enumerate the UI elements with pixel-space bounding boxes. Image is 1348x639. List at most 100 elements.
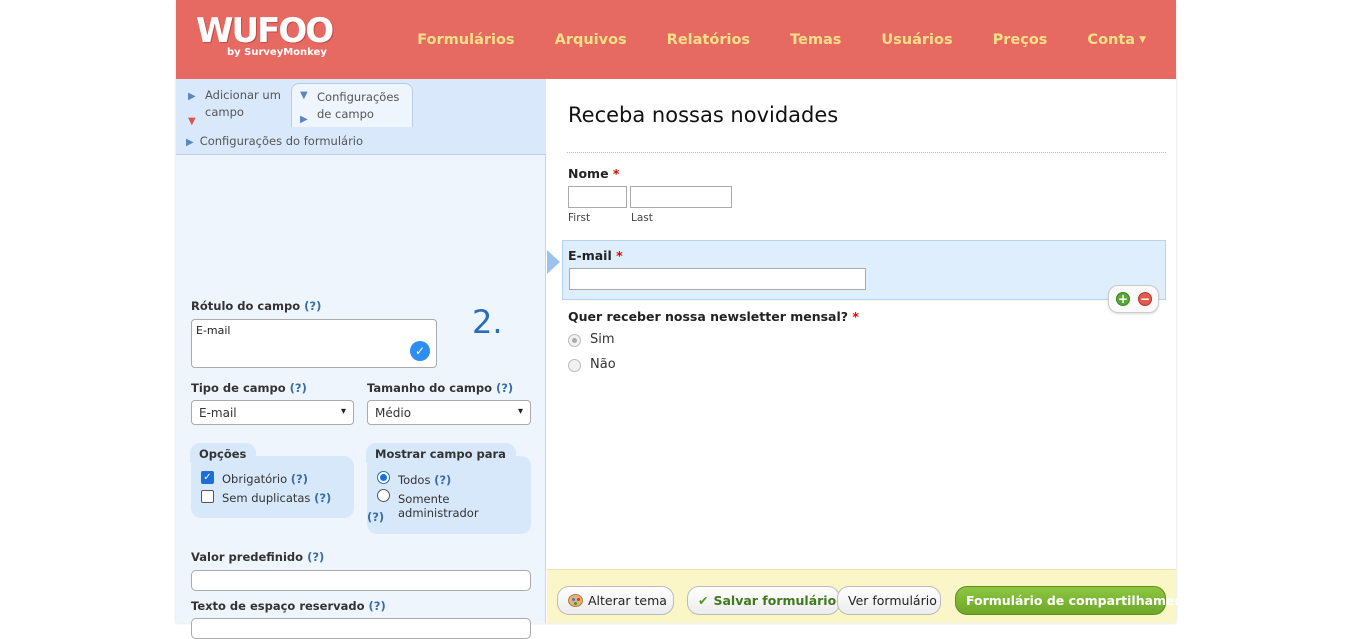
required-mark: * bbox=[852, 309, 859, 324]
field-type-text: Tipo de campo bbox=[191, 381, 286, 395]
default-value-help[interactable]: (?) bbox=[307, 550, 324, 564]
tab-field-settings-label: Configurações de campo bbox=[317, 90, 400, 121]
page-margin-right bbox=[1176, 0, 1348, 623]
tab-add-field[interactable]: ▶ ▼ Adicionar um campo bbox=[188, 87, 295, 127]
all-help[interactable]: (?) bbox=[434, 473, 451, 487]
caret-down-icon: ▼ bbox=[1139, 34, 1146, 45]
title-divider bbox=[567, 152, 1166, 153]
field-type-heading: Tipo de campo (?) bbox=[191, 381, 307, 395]
logo-wordmark: WUFOO bbox=[196, 11, 334, 51]
required-checkbox[interactable]: ✓ bbox=[201, 471, 214, 484]
triangle-right-icon: ▶ bbox=[300, 114, 308, 125]
change-theme-button[interactable]: Alterar tema bbox=[557, 586, 674, 615]
add-field-icon[interactable]: + bbox=[1116, 292, 1130, 306]
newsletter-yes-label: Sim bbox=[590, 332, 615, 347]
nav-pricing[interactable]: Preços bbox=[993, 32, 1048, 48]
save-form-button[interactable]: ✔ Salvar formulário bbox=[687, 586, 840, 615]
placeholder-text-heading: Texto de espaço reservado (?) bbox=[191, 599, 386, 613]
field-size-help[interactable]: (?) bbox=[496, 381, 513, 395]
all-option: Todos (?) bbox=[398, 473, 451, 487]
checkmark-icon: ✔ bbox=[698, 593, 709, 608]
newsletter-field-label[interactable]: Quer receber nossa newsletter mensal? * bbox=[568, 309, 859, 324]
form-title[interactable]: Receba nossas novidades bbox=[568, 103, 838, 127]
settings-tabs: ▶ ▼ Adicionar um campo ▼ ▶ Configurações… bbox=[176, 79, 546, 155]
settings-panel: ▶ ▼ Adicionar um campo ▼ ▶ Configurações… bbox=[176, 79, 546, 639]
nav-account-label: Conta bbox=[1087, 31, 1136, 48]
field-size-value: Médio bbox=[375, 406, 412, 420]
field-size-text: Tamanho do campo bbox=[367, 381, 492, 395]
options-fieldset: Opções ✓ Obrigatório (?) Sem duplicatas … bbox=[190, 443, 354, 518]
admin-only-help[interactable]: (?) bbox=[367, 510, 384, 524]
nav-reports[interactable]: Relatórios bbox=[667, 32, 750, 48]
view-form-button[interactable]: Ver formulário bbox=[837, 586, 941, 615]
newsletter-yes-radio[interactable] bbox=[568, 334, 581, 347]
default-value-heading: Valor predefinido (?) bbox=[191, 550, 324, 564]
share-form-button[interactable]: Formulário de compartilhamento bbox=[955, 586, 1198, 615]
bottom-toolbar: Alterar tema ✔ Salvar formulário Ver form… bbox=[547, 569, 1198, 623]
triangle-right-icon: ▶ bbox=[188, 91, 196, 102]
page-margin-left bbox=[0, 0, 176, 623]
default-value-input[interactable] bbox=[191, 570, 531, 591]
remove-field-icon[interactable]: − bbox=[1138, 292, 1152, 306]
show-field-legend: Mostrar campo para bbox=[366, 443, 516, 463]
admin-only-help-wrap: (?) bbox=[367, 510, 384, 524]
placeholder-text-input[interactable] bbox=[191, 618, 531, 639]
field-type-select[interactable]: E-mail ▾ bbox=[191, 400, 354, 425]
field-size-select[interactable]: Médio ▾ bbox=[367, 400, 531, 425]
placeholder-text-help[interactable]: (?) bbox=[369, 599, 386, 613]
admin-only-option: Somente administrador bbox=[398, 492, 531, 520]
triangle-right-icon: ▶ bbox=[186, 137, 194, 148]
newsletter-no-label: Não bbox=[590, 357, 616, 372]
no-duplicates-checkbox[interactable] bbox=[201, 490, 214, 503]
tab-field-settings[interactable]: ▼ ▶ Configurações de campo bbox=[291, 83, 413, 127]
no-duplicates-option: Sem duplicatas (?) bbox=[222, 491, 331, 505]
nav-users[interactable]: Usuários bbox=[881, 32, 952, 48]
admin-only-radio[interactable] bbox=[377, 489, 390, 502]
last-name-input[interactable] bbox=[630, 186, 732, 208]
options-legend: Opções bbox=[190, 443, 257, 463]
triangle-down-icon: ▼ bbox=[300, 90, 308, 101]
first-sublabel: First bbox=[568, 212, 591, 224]
newsletter-label-text: Quer receber nossa newsletter mensal? bbox=[568, 309, 849, 324]
chevron-down-icon: ▾ bbox=[340, 406, 346, 417]
field-type-value: E-mail bbox=[199, 406, 237, 420]
add-remove-controls: + − bbox=[1108, 285, 1159, 313]
app-window: WUFOO by SurveyMonkey Formulários Arquiv… bbox=[176, 0, 1198, 639]
all-label: Todos bbox=[398, 473, 431, 487]
first-name-input[interactable] bbox=[568, 186, 627, 208]
field-label-textarea[interactable]: E-mail bbox=[191, 319, 437, 368]
all-radio[interactable] bbox=[377, 471, 390, 484]
checkmark-circle-icon: ✓ bbox=[410, 341, 430, 361]
required-help[interactable]: (?) bbox=[291, 472, 308, 486]
newsletter-no-radio[interactable] bbox=[568, 359, 581, 372]
no-duplicates-label: Sem duplicatas bbox=[222, 491, 311, 505]
no-duplicates-help[interactable]: (?) bbox=[314, 491, 331, 505]
triangle-down-icon: ▼ bbox=[188, 116, 196, 127]
show-field-fieldset: Mostrar campo para Todos (?) Somente adm… bbox=[366, 443, 531, 534]
admin-only-label: Somente administrador bbox=[398, 492, 479, 520]
field-label-help[interactable]: (?) bbox=[304, 299, 321, 313]
required-option: Obrigatório (?) bbox=[222, 472, 308, 486]
name-field-label[interactable]: Nome * bbox=[568, 166, 619, 181]
palette-icon bbox=[568, 594, 583, 607]
email-input[interactable] bbox=[569, 268, 866, 290]
save-form-label: Salvar formulário bbox=[713, 593, 837, 608]
nav-files[interactable]: Arquivos bbox=[555, 32, 627, 48]
required-mark: * bbox=[612, 166, 620, 181]
email-field-row[interactable]: E-mail * bbox=[562, 240, 1166, 300]
field-label-text: Rótulo do campo bbox=[191, 299, 301, 313]
nav-account[interactable]: Conta ▼ bbox=[1087, 32, 1146, 48]
wufoo-logo[interactable]: WUFOO by SurveyMonkey bbox=[196, 11, 334, 58]
form-preview: Receba nossas novidades Nome * First Las… bbox=[547, 79, 1198, 623]
field-type-help[interactable]: (?) bbox=[290, 381, 307, 395]
tab-form-settings[interactable]: ▶ Configurações do formulário bbox=[186, 134, 363, 148]
field-size-heading: Tamanho do campo (?) bbox=[367, 381, 513, 395]
top-header: WUFOO by SurveyMonkey Formulários Arquiv… bbox=[176, 0, 1176, 79]
main-nav: Formulários Arquivos Relatórios Temas Us… bbox=[377, 0, 1146, 79]
nav-forms[interactable]: Formulários bbox=[417, 32, 514, 48]
placeholder-text-text: Texto de espaço reservado bbox=[191, 599, 365, 613]
nav-themes[interactable]: Temas bbox=[790, 32, 841, 48]
change-theme-label: Alterar tema bbox=[588, 593, 667, 608]
required-mark: * bbox=[616, 248, 623, 263]
name-label-text: Nome bbox=[568, 166, 609, 181]
